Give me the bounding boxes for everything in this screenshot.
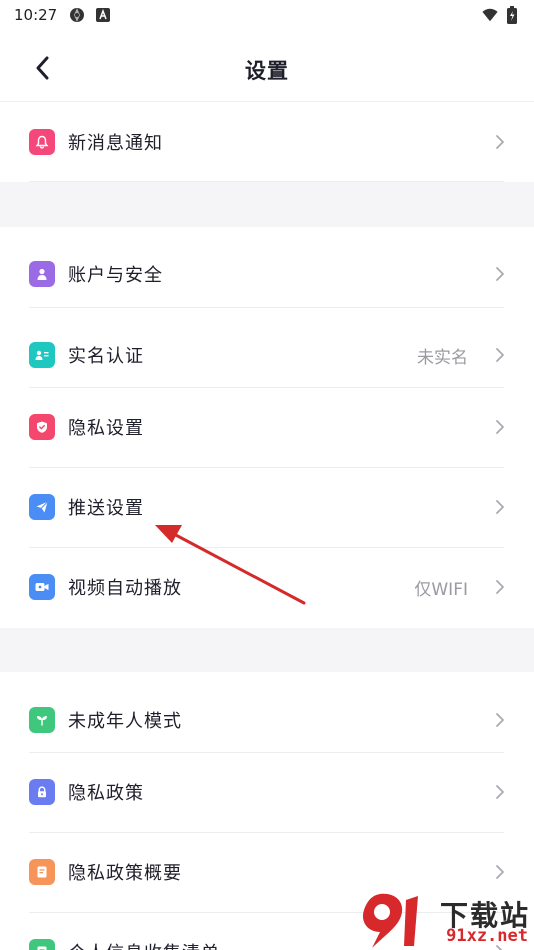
- divider: [29, 307, 504, 308]
- settings-item-label: 推送设置: [68, 498, 144, 519]
- chevron-right-icon: [492, 862, 508, 882]
- settings-item-account-security[interactable]: 账户与安全: [0, 234, 534, 314]
- chevron-right-icon: [492, 497, 508, 517]
- settings-item-push-settings[interactable]: 推送设置: [0, 467, 534, 547]
- bell-icon: [29, 129, 55, 155]
- settings-item-label: 隐私政策概要: [68, 863, 182, 884]
- id-card-icon: [29, 342, 55, 368]
- site-watermark: 下载站 91xz.net: [354, 890, 534, 950]
- chevron-right-icon: [492, 710, 508, 730]
- settings-item-label: 实名认证: [68, 346, 144, 367]
- settings-item-label: 视频自动播放: [68, 578, 182, 599]
- shield-icon: [29, 414, 55, 440]
- aperture-icon: [69, 7, 85, 23]
- lock-icon: [29, 779, 55, 805]
- settings-item-label: 新消息通知: [68, 133, 163, 154]
- status-right-icons: [482, 6, 520, 24]
- status-bar: 10:27: [0, 0, 534, 30]
- settings-item-label: 未成年人模式: [68, 711, 182, 732]
- back-button[interactable]: [26, 54, 58, 86]
- wifi-icon: [482, 7, 498, 23]
- chevron-left-icon: [35, 56, 49, 84]
- settings-item-label: 隐私设置: [68, 418, 144, 439]
- chevron-right-icon: [492, 782, 508, 802]
- settings-item-video-autoplay[interactable]: 视频自动播放 仅WIFI: [0, 547, 534, 627]
- chevron-right-icon: [492, 345, 508, 365]
- status-time: 10:27: [14, 6, 58, 24]
- settings-item-label: 账户与安全: [68, 265, 163, 286]
- status-left-icons: [69, 7, 111, 23]
- settings-item-label: 个人信息收集清单: [68, 939, 220, 950]
- settings-item-real-name-verification[interactable]: 实名认证 未实名: [0, 315, 534, 395]
- send-icon: [29, 494, 55, 520]
- settings-item-value: 未实名: [417, 347, 468, 368]
- section-gap: [0, 628, 534, 672]
- watermark-domain: 91xz.net: [446, 926, 528, 946]
- settings-item-new-message-notifications[interactable]: 新消息通知: [0, 102, 534, 182]
- chevron-right-icon: [492, 264, 508, 284]
- list-icon: [29, 939, 55, 950]
- document-icon: [29, 859, 55, 885]
- chevron-right-icon: [492, 577, 508, 597]
- settings-item-privacy-policy[interactable]: 隐私政策: [0, 752, 534, 832]
- settings-item-privacy-settings[interactable]: 隐私设置: [0, 387, 534, 467]
- section-notifications: 新消息通知: [0, 102, 534, 182]
- section-gap: [0, 182, 534, 227]
- user-icon: [29, 261, 55, 287]
- sprout-icon: [29, 707, 55, 733]
- section-account: 账户与安全 实名认证 未实名 隐私设置 推送设置 视频自动播放 仅WIFI: [0, 227, 534, 628]
- battery-icon: [504, 6, 520, 24]
- a-notification-icon: [95, 7, 111, 23]
- app-header: 设置: [0, 38, 534, 102]
- settings-item-label: 隐私政策: [68, 783, 144, 804]
- chevron-right-icon: [492, 417, 508, 437]
- chevron-right-icon: [492, 132, 508, 152]
- page-title: 设置: [245, 58, 289, 83]
- settings-item-value: 仅WIFI: [414, 579, 468, 600]
- watermark-logo-icon: [362, 893, 418, 948]
- settings-item-minor-mode[interactable]: 未成年人模式: [0, 680, 534, 760]
- video-icon: [29, 574, 55, 600]
